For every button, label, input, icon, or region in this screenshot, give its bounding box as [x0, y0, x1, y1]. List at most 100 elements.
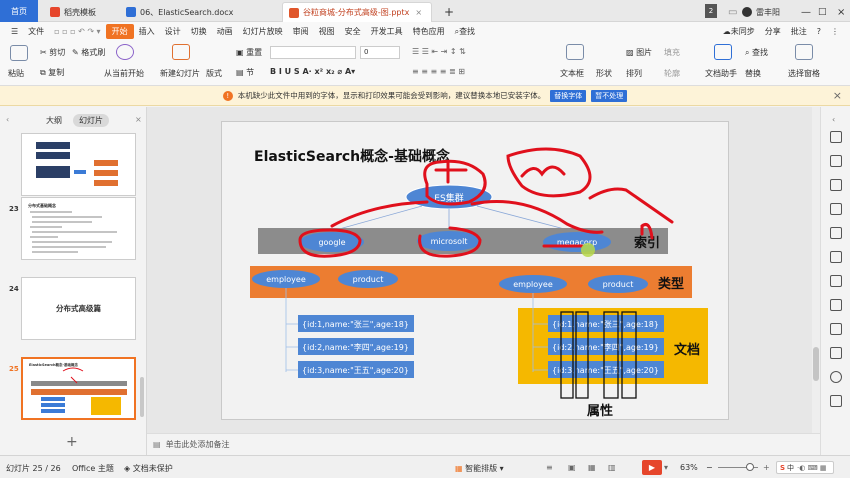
view-normal-icon[interactable]: ▣ — [568, 463, 576, 472]
maximize-icon[interactable]: □ — [812, 2, 833, 22]
menu-view[interactable]: 视图 — [314, 26, 340, 37]
image-icon[interactable] — [830, 275, 842, 287]
select-pane-icon[interactable] — [795, 44, 813, 60]
find-button[interactable]: ⌕ 查找 — [745, 47, 768, 58]
shape-button[interactable]: 形状 — [596, 68, 612, 79]
font-name-select[interactable] — [270, 46, 356, 59]
slideshow-play-button[interactable]: ▶ — [642, 460, 662, 475]
sync-status[interactable]: ☁未同步 — [718, 26, 760, 37]
section-button[interactable]: ▤ 节 — [236, 67, 254, 78]
zoom-out-button[interactable]: − — [706, 463, 713, 472]
notes-toggle-icon[interactable]: ≡ — [546, 463, 553, 472]
slide-thumb-22[interactable] — [21, 133, 136, 196]
share-doc-icon[interactable] — [830, 299, 842, 311]
menu-insert[interactable]: 插入 — [134, 26, 160, 37]
warning-close-icon[interactable]: × — [833, 89, 842, 102]
close-tab-icon[interactable]: × — [415, 8, 422, 17]
view-reading-icon[interactable]: ▥ — [608, 463, 616, 472]
outline-button[interactable]: 轮廓 — [664, 68, 680, 79]
menu-start[interactable]: 开始 — [105, 23, 134, 39]
share-button[interactable]: 分享 — [760, 26, 786, 37]
tab-elasticsearch-docx[interactable]: 06、ElasticSearch.docx — [120, 2, 270, 22]
zoom-slider-handle[interactable] — [746, 463, 754, 471]
help-button[interactable]: ? — [812, 27, 826, 36]
home-tab[interactable]: 首页 — [0, 0, 38, 22]
paste-button[interactable]: 粘贴 — [8, 68, 24, 79]
new-tab-button[interactable]: + — [438, 2, 460, 22]
arrange-button[interactable]: 排列 — [626, 68, 642, 79]
doc-assistant-button[interactable]: 文档助手 — [705, 68, 737, 79]
copy-style-icon[interactable] — [830, 155, 842, 167]
menu-slideshow[interactable]: 幻灯片放映 — [238, 26, 288, 37]
slide-thumb-25-selected[interactable]: ElasticSearch概念-基础概念 — [21, 357, 136, 420]
replace-button[interactable]: 替换 — [745, 68, 761, 79]
tab-pptx-active[interactable]: 谷粒商城-分布式高级-图.pptx × — [282, 2, 432, 22]
current-slide[interactable]: ElasticSearch概念-基础概念 ES集群 google microso… — [221, 121, 729, 420]
picture-button[interactable]: ▨ 图片 — [626, 47, 652, 58]
smart-layout-button[interactable]: ▦ 智能排版 ▾ — [455, 463, 504, 474]
ime-indicator[interactable]: S 中 ·◐ ⌨ ▦ — [776, 461, 834, 474]
window-count-badge[interactable]: 2 — [705, 4, 717, 18]
format-painter-button[interactable]: ✎ 格式刷 — [72, 47, 105, 58]
expand-sidebar-icon[interactable]: ‹ — [832, 115, 835, 124]
select-pane-button[interactable]: 选择窗格 — [788, 68, 820, 79]
menu-search[interactable]: ⌕查找 — [450, 26, 480, 37]
menu-security[interactable]: 安全 — [340, 26, 366, 37]
protect-status[interactable]: ◈ 文档未保护 — [124, 463, 173, 474]
user-area[interactable]: 雷丰阳 — [736, 2, 786, 22]
reset-button[interactable]: ▣ 重置 — [236, 47, 262, 58]
close-window-icon[interactable]: × — [831, 2, 850, 22]
help-center-icon[interactable] — [830, 395, 842, 407]
font-style-buttons[interactable]: B I U S A· x² x₂ ⌀ A▾ — [270, 67, 355, 76]
menu-review[interactable]: 审阅 — [288, 26, 314, 37]
align-buttons[interactable]: ≡ ≡ ≡ ≡ ≣ ⊞ — [412, 67, 465, 76]
slide-thumb-24[interactable]: 分布式高级篇 — [21, 277, 136, 340]
hamburger-icon[interactable]: ☰ — [6, 27, 23, 36]
paragraph-buttons[interactable]: ☰ ☰ ⇤ ⇥ ↕ ⇅ — [412, 47, 466, 56]
menu-animation[interactable]: 动画 — [212, 26, 238, 37]
tab-daoke[interactable]: 稻壳模板 — [44, 2, 114, 22]
ignore-button[interactable]: 暂不处理 — [591, 89, 628, 102]
copy-button[interactable]: ⧉ 复制 — [40, 67, 64, 78]
settings-icon[interactable] — [830, 371, 842, 383]
tab-slides[interactable]: 幻灯片 — [73, 114, 109, 127]
animation-icon[interactable] — [830, 203, 842, 215]
chart-icon[interactable] — [830, 227, 842, 239]
paste-icon[interactable] — [10, 45, 28, 61]
add-slide-button[interactable]: + — [66, 434, 78, 450]
menu-transition[interactable]: 切换 — [186, 26, 212, 37]
new-slide-button[interactable]: 新建幻灯片 — [160, 68, 200, 79]
pane-scrollbar[interactable] — [140, 377, 144, 417]
quick-access-icons[interactable]: ▫ ▫ ▫ ↶ ↷ ▾ — [49, 27, 105, 36]
textbox-icon[interactable] — [566, 44, 584, 60]
doc-assistant-icon[interactable] — [714, 44, 732, 60]
layout-button[interactable]: 版式 — [206, 68, 222, 79]
font-size-select[interactable]: 0 — [360, 46, 400, 59]
view-sorter-icon[interactable]: ▦ — [588, 463, 596, 472]
zoom-in-button[interactable]: + — [763, 463, 770, 472]
zoom-level[interactable]: 63% — [680, 463, 698, 472]
transition-icon[interactable] — [830, 179, 842, 191]
menu-file[interactable]: 文件 — [23, 26, 49, 37]
menu-design[interactable]: 设计 — [160, 26, 186, 37]
object-props-icon[interactable] — [830, 131, 842, 143]
cut-button[interactable]: ✂ 剪切 — [40, 47, 65, 58]
from-current-button[interactable]: 从当前开始 — [104, 68, 144, 79]
notes-area[interactable]: ▤ 单击此处添加备注 — [147, 433, 820, 455]
more-icon[interactable]: ⋮ — [826, 27, 844, 36]
menu-features[interactable]: 特色应用 — [408, 26, 450, 37]
menu-devtools[interactable]: 开发工具 — [366, 26, 408, 37]
backup-icon[interactable] — [830, 323, 842, 335]
collapse-icon[interactable]: ‹ — [6, 115, 9, 124]
replace-font-button[interactable]: 替换字体 — [550, 89, 587, 102]
new-slide-icon[interactable] — [172, 44, 190, 60]
play-options-icon[interactable]: ▾ — [664, 463, 668, 472]
canvas-scrollbar[interactable] — [812, 107, 820, 433]
comment-button[interactable]: 批注 — [786, 26, 812, 37]
tab-outline[interactable]: 大纲 — [40, 114, 68, 127]
canvas-scroll-thumb[interactable] — [813, 347, 819, 381]
table-icon[interactable] — [830, 251, 842, 263]
play-icon[interactable] — [116, 44, 134, 60]
slide-thumb-23[interactable]: 分布式基础概念 — [21, 197, 136, 260]
fill-button[interactable]: 填充 — [664, 47, 680, 58]
